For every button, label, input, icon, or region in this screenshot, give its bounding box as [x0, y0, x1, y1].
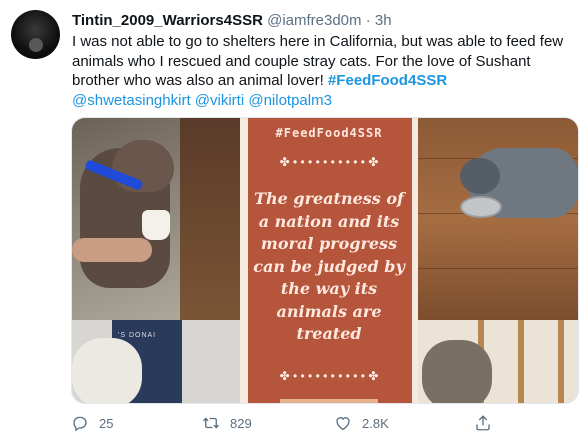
retweet-count: 829 — [230, 415, 252, 431]
poster-image[interactable]: #FeedFood4SSR ✤ • • • • • • • • • • ✤ Th… — [240, 118, 418, 403]
mention-link[interactable]: @nilotpalm3 — [248, 92, 332, 109]
poster-edge — [240, 118, 248, 403]
reply-button[interactable]: 25 — [71, 412, 113, 434]
mention-link[interactable]: @vikirti — [195, 92, 244, 109]
poster-line: treated — [296, 324, 362, 343]
hand — [72, 238, 152, 262]
cat-body — [422, 340, 492, 403]
poster-line: a nation and its — [258, 211, 400, 231]
poster-hashtag: #FeedFood4SSR — [275, 126, 383, 140]
photo-cat-chair[interactable] — [418, 320, 578, 403]
poster-line: The greatness of — [254, 189, 404, 208]
share-icon — [476, 415, 490, 431]
dog-white — [72, 338, 142, 403]
wood-plank-line — [418, 268, 578, 269]
cat-head — [460, 158, 500, 194]
food-bowl — [460, 196, 502, 218]
tweet-header: Tintin_2009_Warriors4SSR @iamfre3d0m · 3… — [72, 12, 392, 30]
share-button[interactable] — [474, 412, 502, 434]
avatar-figure — [29, 38, 43, 52]
tweet-actions: 25 829 2.8K — [71, 412, 581, 434]
poster-footer-strip — [280, 399, 378, 403]
photo-ground — [180, 118, 240, 320]
avatar[interactable] — [11, 10, 60, 59]
like-count: 2.8K — [362, 415, 389, 431]
tweet-media[interactable]: #FeedFood4SSR ✤ • • • • • • • • • • ✤ Th… — [71, 117, 579, 404]
like-button[interactable]: 2.8K — [334, 412, 389, 434]
poster-line: can be judged by — [253, 256, 405, 276]
tweet-body: I was not able to go to shelters here in… — [72, 33, 564, 89]
hashtag-link[interactable]: #FeedFood4SSR — [328, 72, 447, 89]
photo-cat-eating[interactable] — [418, 118, 578, 320]
chair-leg — [558, 320, 564, 403]
photo-dog-food-bag[interactable]: 'S DONAI — [72, 320, 240, 403]
separator-dot: · — [365, 12, 371, 29]
like-icon — [336, 417, 350, 431]
tweet-text: I was not able to go to shelters here in… — [72, 32, 582, 110]
photo-dog-eating[interactable] — [72, 118, 240, 320]
handle[interactable]: @iamfre3d0m — [267, 12, 361, 29]
mention-link[interactable]: @shwetasinghkirt — [72, 92, 191, 109]
poster-quote: The greatness of a nation and its moral … — [248, 188, 410, 346]
reply-count: 25 — [99, 415, 114, 431]
retweet-button[interactable]: 829 — [202, 412, 252, 434]
retweet-icon — [203, 417, 219, 429]
timestamp[interactable]: 3h — [375, 12, 392, 29]
poster-divider-top: ✤ • • • • • • • • • • ✤ — [279, 155, 379, 169]
poster-divider-bottom: ✤ • • • • • • • • • • ✤ — [279, 369, 379, 383]
food-bag-label: 'S DONAI — [118, 332, 157, 339]
poster-line: the way its — [280, 279, 378, 298]
poster-line: moral progress — [260, 234, 398, 253]
display-name[interactable]: Tintin_2009_Warriors4SSR — [72, 12, 263, 29]
poster-line: animals are — [276, 301, 382, 321]
reply-icon — [73, 416, 87, 432]
food-cup — [142, 210, 170, 240]
dog-head — [112, 140, 174, 192]
chair-leg — [518, 320, 524, 403]
